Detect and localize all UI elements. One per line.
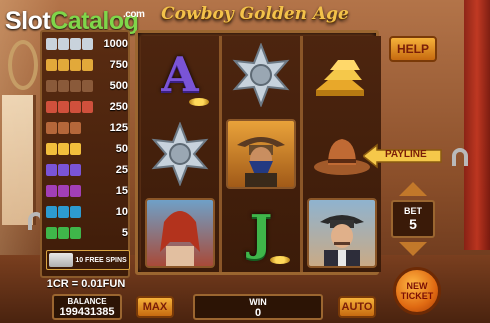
reel-symbol-letter-a: A (141, 36, 219, 114)
curtain (464, 0, 490, 250)
letter-j-icon: J (249, 205, 273, 261)
free-spins-label: 10 FREE SPINS (75, 256, 127, 264)
coins-icon (189, 98, 209, 106)
sheriff-star-icon (151, 122, 209, 186)
paytable-row: 750 (46, 57, 130, 73)
lady-portrait-icon (46, 100, 94, 114)
paytable-row: 15 (46, 183, 130, 199)
bet-display: BET 5 (391, 200, 435, 238)
letter-j-icon (46, 226, 82, 240)
paytable-row: 1000 (46, 36, 130, 52)
bet-value: 5 (409, 216, 417, 232)
letter-a-icon (46, 163, 82, 177)
letter-k-icon (46, 184, 82, 198)
paytable-row: 25 (46, 162, 130, 178)
reel-symbol-sheriff-star (222, 36, 300, 114)
paytable-row: 500 (46, 78, 130, 94)
paytable-panel: 1000 750 500 250 125 50 25 15 10 5 10 FR… (40, 30, 130, 278)
payline-label: PAYLINE (385, 149, 427, 160)
sheriff-star-icon (232, 43, 290, 107)
paytable-row: 250 (46, 99, 130, 115)
gold-bars-icon (46, 58, 94, 72)
horseshoe-icon (452, 148, 468, 166)
bandit-portrait-icon (226, 119, 296, 189)
letter-q-icon (46, 205, 82, 219)
max-bet-button[interactable]: MAX (136, 296, 174, 318)
game-title: Cowboy Golden Age (161, 4, 349, 24)
free-spins-row: 10 FREE SPINS (46, 250, 130, 270)
reels-frame: A J (135, 30, 381, 275)
paytable-row: 125 (46, 120, 130, 136)
sheriff-portrait-icon (307, 198, 377, 268)
win-display: WIN 0 (193, 294, 323, 320)
paytable-row: 10 (46, 204, 130, 220)
paytable-row: 50 (46, 141, 130, 157)
credit-rate: 1CR = 0.01FUN (46, 278, 126, 290)
bet-increase-button[interactable] (399, 182, 427, 196)
reel-symbol-bandit (222, 115, 300, 193)
window-light (2, 95, 36, 225)
auto-play-button[interactable]: AUTO (338, 296, 376, 318)
paytable-row: 5 (46, 225, 130, 241)
lasso-rope-icon (8, 40, 38, 90)
cowboy-hat-icon (46, 121, 82, 135)
letter-a-icon: A (161, 47, 199, 103)
help-button[interactable]: HELP (389, 36, 437, 62)
bet-panel: BET 5 (389, 182, 437, 257)
payline-button[interactable]: PAYLINE (361, 143, 443, 169)
gold-icon (46, 142, 82, 156)
reel-symbol-gold-bars (303, 36, 381, 114)
reel-symbol-sheriff-star (141, 115, 219, 193)
win-value: 0 (254, 307, 262, 319)
coins-icon (270, 256, 290, 264)
balance-display: BALANCE 199431385 (52, 294, 122, 320)
balance-value: 199431385 (59, 306, 115, 318)
sheriff-star-icon (46, 37, 94, 51)
reel-symbol-lady (141, 194, 219, 272)
right-controls: HELP PAYLINE BET 5 (361, 30, 442, 275)
new-ticket-button[interactable]: NEW TICKET (393, 267, 441, 315)
lady-portrait-icon (145, 198, 215, 268)
reel-symbol-letter-j: J (222, 194, 300, 272)
cowboy-portrait-icon (46, 79, 94, 93)
reel-2: J (222, 36, 300, 272)
reel-symbol-sheriff (303, 194, 381, 272)
gold-bars-icon (316, 60, 364, 96)
bet-decrease-button[interactable] (399, 242, 427, 256)
reel-1: A (141, 36, 219, 272)
ticket-icon (49, 253, 73, 267)
